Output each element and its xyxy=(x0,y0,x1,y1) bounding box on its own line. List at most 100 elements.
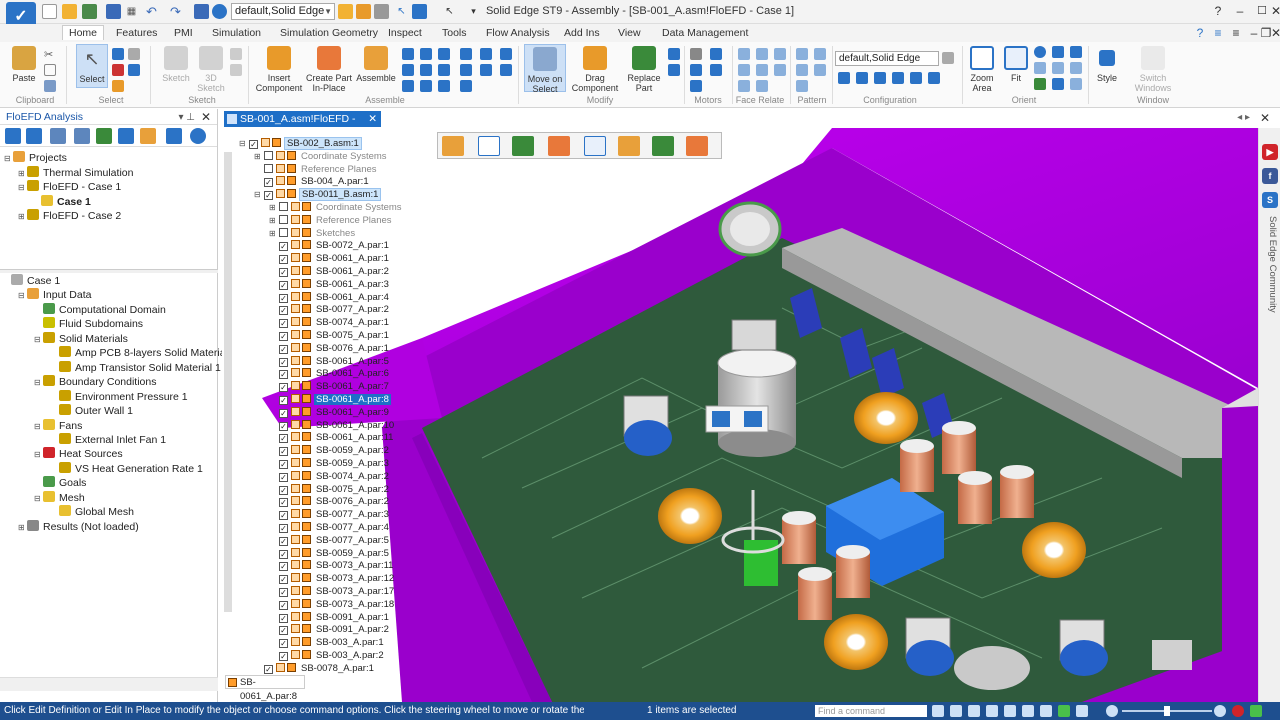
face-relate8-icon[interactable] xyxy=(756,80,768,92)
connector-part[interactable] xyxy=(1152,640,1192,670)
zoom-slider-thumb[interactable] xyxy=(1164,706,1170,716)
model-tree-item[interactable]: ✓ SB-003_A.par:1 xyxy=(269,637,386,649)
tab-simulation[interactable]: Simulation xyxy=(206,26,267,40)
visibility-checkbox[interactable]: ✓ xyxy=(249,140,258,149)
visibility-checkbox[interactable]: ✓ xyxy=(264,664,273,674)
recycle-icon[interactable] xyxy=(82,4,97,19)
expand-toggle-icon[interactable]: ⊟ xyxy=(18,181,27,195)
analysis-tree-item[interactable]: ⊟ Mesh xyxy=(34,490,85,505)
model-tree-item[interactable]: ✓ SB-0061_A.par:7 xyxy=(269,381,391,393)
tab-add-ins[interactable]: Add Ins xyxy=(558,26,606,40)
pattern3-icon[interactable] xyxy=(796,64,808,76)
command-list-icon[interactable] xyxy=(584,136,606,156)
youtube-icon[interactable]: ▶ xyxy=(1262,144,1278,160)
ribbon-help-icon[interactable]: ? xyxy=(1190,25,1210,41)
visibility-checkbox[interactable]: ✓ xyxy=(279,280,288,290)
visibility-checkbox[interactable]: ✓ xyxy=(279,255,288,265)
model-tree-item[interactable]: ✓ SB-0077_A.par:4 xyxy=(269,522,391,534)
create-part-in-place-button[interactable]: Create Part In-Place xyxy=(304,46,354,93)
model-tree-item[interactable]: ✓ SB-003_A.par:2 xyxy=(269,650,386,662)
pin-icon[interactable]: ▾ ⊥ xyxy=(178,110,195,126)
visibility-checkbox[interactable]: ✓ xyxy=(279,498,288,508)
model-tree-item[interactable]: ✓ SB-0076_A.par:2 xyxy=(269,496,391,508)
view-orient2-icon[interactable] xyxy=(1052,62,1064,74)
zoom-icon[interactable] xyxy=(1034,46,1046,58)
visibility-checkbox[interactable]: ✓ xyxy=(279,485,288,495)
horizontal-scrollbar[interactable] xyxy=(0,677,218,691)
expand-toggle-icon[interactable]: ⊞ xyxy=(269,228,279,240)
toroid-inductor[interactable] xyxy=(824,614,888,670)
relate-icon[interactable] xyxy=(402,48,414,60)
visibility-checkbox[interactable]: ✓ xyxy=(279,588,288,597)
command-copy-icon[interactable] xyxy=(478,136,500,156)
close-panel-icon[interactable]: ✕ xyxy=(201,109,211,125)
expand-toggle-icon[interactable]: ⊞ xyxy=(254,151,264,163)
visibility-checkbox[interactable]: ✓ xyxy=(279,306,288,316)
model-tree-item[interactable]: ✓ SB-0074_A.par:2 xyxy=(269,470,391,483)
community-label[interactable]: Solid Edge Community xyxy=(1262,216,1278,426)
analysis-tree-item[interactable]: Environment Pressure 1 xyxy=(50,389,188,404)
expand-toggle-icon[interactable]: ⊞ xyxy=(18,167,27,181)
analysis-tree-item[interactable]: VS Heat Generation Rate 1 xyxy=(50,461,203,476)
select-arrow-icon[interactable]: ↖ xyxy=(394,4,409,19)
visibility-checkbox[interactable]: ✓ xyxy=(279,268,288,277)
project-tree-item[interactable]: ⊟ Projects xyxy=(4,151,67,165)
expand-toggle-icon[interactable]: ⊟ xyxy=(34,333,43,347)
model-tree-item[interactable]: ✓ SB-0061_A.par:11 xyxy=(269,432,395,444)
panel-tool8-icon[interactable] xyxy=(166,128,182,144)
community-icon[interactable]: S xyxy=(1262,192,1278,208)
model-tree-item[interactable]: ✓ SB-0059_A.par:2 xyxy=(269,445,391,457)
visibility-checkbox[interactable]: ✓ xyxy=(279,293,288,303)
toroid-inductor[interactable] xyxy=(1022,522,1086,578)
expand-toggle-icon[interactable]: ⊟ xyxy=(4,152,13,166)
status-rotate-icon[interactable] xyxy=(1022,705,1034,717)
view-orient4-icon[interactable] xyxy=(1034,78,1046,90)
ribbon-options-icon[interactable]: ≡ xyxy=(1208,25,1228,41)
model-tree-item[interactable]: ⊞ Sketches xyxy=(269,227,357,240)
command-chart-icon[interactable] xyxy=(618,136,640,156)
project-tree-item[interactable]: ⊞ Thermal Simulation xyxy=(18,165,133,181)
open-file-icon[interactable] xyxy=(62,4,77,19)
expand-toggle-icon[interactable]: ⊞ xyxy=(18,521,27,535)
status-render-icon[interactable] xyxy=(1058,705,1070,717)
status-zoom-icon[interactable] xyxy=(968,705,980,717)
model-tree-item[interactable]: ⊟ ✓ SB-0011_B.asm:1 xyxy=(254,188,382,202)
model-tree-item[interactable]: ✓ SB-0077_A.par:5 xyxy=(269,534,391,547)
pattern4-icon[interactable] xyxy=(814,64,826,76)
capacitor-bottom[interactable] xyxy=(954,646,1030,690)
view-orient-icon[interactable] xyxy=(1034,62,1046,74)
relate4-icon[interactable] xyxy=(420,48,432,60)
expand-toggle-icon[interactable]: ⊟ xyxy=(34,448,43,462)
style-button[interactable]: Style xyxy=(1094,46,1120,83)
model-tree-item[interactable]: ✓ SB-0059_A.par:3 xyxy=(269,458,391,470)
sketch-button[interactable]: Sketch xyxy=(158,46,194,83)
model-tree-item[interactable]: ⊞ Reference Planes xyxy=(269,214,394,227)
visibility-checkbox[interactable]: ✓ xyxy=(279,357,288,367)
pan-icon[interactable] xyxy=(1052,46,1064,58)
status-fit-icon[interactable] xyxy=(986,705,998,717)
close-document-icon[interactable]: ✕ xyxy=(368,111,377,127)
config-tool5-icon[interactable] xyxy=(910,72,922,84)
model-tree-item[interactable]: ⊟ ✓ SB-002_B.asm:1 xyxy=(239,137,362,150)
visibility-checkbox[interactable]: ✓ xyxy=(279,472,288,482)
analysis-tree-item[interactable]: Computational Domain xyxy=(34,302,166,317)
relate5-icon[interactable] xyxy=(420,64,432,76)
model-tree-item[interactable]: ✓ SB-0073_A.par:17 xyxy=(269,586,396,598)
model-tree-item[interactable]: ✓ SB-0061_A.par:2 xyxy=(269,266,391,278)
analysis-tree-item[interactable]: ⊟ Solid Materials xyxy=(34,331,128,347)
relate6-icon[interactable] xyxy=(420,80,432,92)
config-tool3-icon[interactable] xyxy=(874,72,886,84)
analysis-tree-item[interactable]: Global Mesh xyxy=(50,505,134,519)
modify-tool-icon[interactable] xyxy=(668,48,680,60)
new-file-icon[interactable] xyxy=(42,4,57,19)
tab-home[interactable]: Home xyxy=(62,25,105,40)
status-tool-icon[interactable] xyxy=(950,705,962,717)
analysis-tree-item[interactable]: ⊞ Results (Not loaded) xyxy=(18,519,139,535)
expand-toggle-icon[interactable]: ⊟ xyxy=(239,138,249,150)
project-tree-item[interactable]: Case 1 xyxy=(32,194,91,209)
move-on-select-button[interactable]: Move on Select xyxy=(524,44,566,94)
select-filter-icon[interactable] xyxy=(112,64,124,76)
config-tool4-icon[interactable] xyxy=(892,72,904,84)
command-finder-input[interactable]: Find a command xyxy=(815,705,927,717)
modify-tool2-icon[interactable] xyxy=(668,64,680,76)
